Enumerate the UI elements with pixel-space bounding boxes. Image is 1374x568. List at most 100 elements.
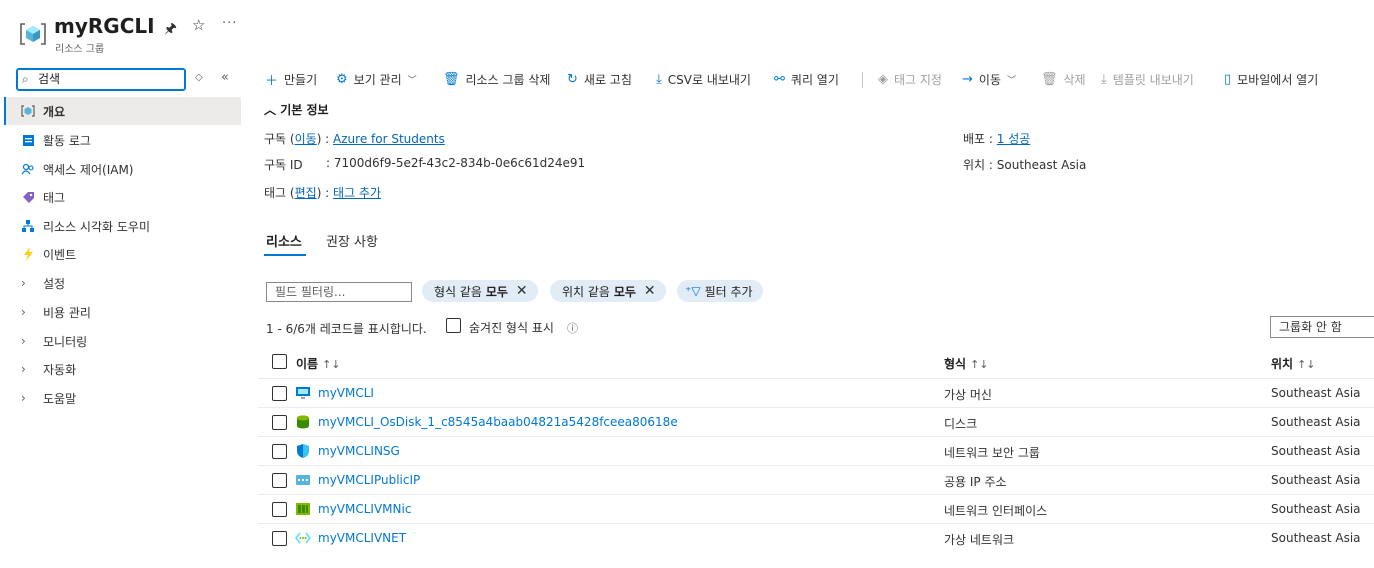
nav-search-input[interactable]: 검색: [16, 68, 186, 91]
add-tags-link[interactable]: 태그 추가: [333, 186, 381, 200]
sidebar-item-resource-visualizer[interactable]: 리소스 시각화 도우미: [4, 212, 241, 240]
show-hidden-checkbox[interactable]: [446, 318, 461, 333]
export-csv-button[interactable]: ⤓ CSV로 내보내기: [656, 70, 751, 88]
subscription-move-link[interactable]: 이동: [295, 132, 317, 146]
refresh-icon: ↻: [567, 71, 578, 87]
sidebar-item-help[interactable]: › 도움말: [4, 384, 241, 412]
create-button[interactable]: ＋ 만들기: [265, 70, 317, 89]
resource-name-link[interactable]: myVMCLIPublicIP: [318, 473, 420, 487]
sidebar-item-overview[interactable]: 개요: [4, 97, 241, 125]
chevron-right-icon: ›: [21, 362, 26, 376]
resource-name-link[interactable]: myVMCLIVMNic: [318, 502, 411, 516]
chevron-right-icon: ›: [21, 305, 26, 319]
close-icon[interactable]: ✕: [644, 283, 656, 299]
select-all-checkbox[interactable]: [272, 354, 287, 369]
close-icon[interactable]: ✕: [516, 283, 528, 299]
plus-icon: ＋: [265, 73, 279, 89]
row-checkbox[interactable]: [272, 502, 287, 517]
column-header-type[interactable]: 형식 ↑↓: [944, 355, 989, 372]
tab-recommendations[interactable]: 권장 사항: [326, 231, 378, 250]
delete-button[interactable]: 🗑 삭제: [1041, 70, 1086, 88]
table-row[interactable]: myVMCLINSG 네트워크 보안 그룹 Southeast Asia: [258, 436, 1374, 465]
resource-name-link[interactable]: myVMCLI_OsDisk_1_c8545a4baab04821a5428fc…: [318, 415, 678, 429]
resource-name-link[interactable]: myVMCLINSG: [318, 444, 400, 458]
sidebar-item-automation[interactable]: › 자동화: [4, 355, 241, 383]
sidebar-item-settings[interactable]: › 설정: [4, 269, 241, 297]
active-tab-indicator: [264, 254, 306, 256]
sidebar-item-label: 이벤트: [43, 247, 77, 262]
column-header-name[interactable]: 이름 ↑↓: [296, 355, 341, 372]
table-row[interactable]: myVMCLIVMNic 네트워크 인터페이스 Southeast Asia: [258, 494, 1374, 523]
view-manage-button[interactable]: ⚙ 보기 관리 ﹀: [336, 70, 417, 88]
assign-tags-button[interactable]: ◈ 태그 지정: [878, 70, 942, 88]
sidebar-item-label: 모니터링: [43, 334, 88, 349]
chevron-down-icon: ﹀: [1007, 75, 1017, 86]
essentials-toggle[interactable]: ︿ 기본 정보: [264, 101, 329, 118]
add-filter-icon: ⁺▽: [685, 284, 701, 298]
sidebar-item-cost-management[interactable]: › 비용 관리: [4, 298, 241, 326]
virtual-machine-icon: [296, 387, 310, 399]
location-filter-pill[interactable]: 위치 같음 모두 ✕: [550, 280, 666, 302]
column-header-location[interactable]: 위치 ↑↓: [1271, 355, 1316, 372]
sidebar-item-label: 개요: [43, 104, 66, 119]
resource-location: Southeast Asia: [1271, 386, 1361, 400]
resource-location: Southeast Asia: [1271, 502, 1361, 516]
table-row[interactable]: myVMCLIVNET 가상 네트워크 Southeast Asia: [258, 523, 1374, 552]
delete-resource-group-button[interactable]: 🗑 리소스 그룹 삭제: [443, 70, 550, 88]
open-query-button[interactable]: ⚯ 쿼리 열기: [774, 70, 839, 88]
export-template-button[interactable]: ⤓ 템플릿 내보내기: [1101, 70, 1194, 88]
sidebar-item-activity-log[interactable]: 활동 로그: [4, 126, 241, 154]
chevron-down-icon: ﹀: [407, 75, 417, 86]
grouping-select[interactable]: 그룹화 안 함: [1270, 316, 1374, 338]
subscription-id-row: 구독 ID: [264, 158, 303, 172]
chevron-up-icon: ︿: [264, 103, 281, 117]
subscription-id-value: : 7100d6f9-5e2f-43c2-834b-0e6c61d24e91: [326, 156, 586, 170]
resource-type: 네트워크 인터페이스: [944, 504, 1048, 518]
nsg-icon: [297, 444, 309, 458]
pin-icon[interactable]: 🖈: [164, 18, 177, 42]
resource-name-link[interactable]: myVMCLI: [318, 386, 374, 400]
trash-icon: 🗑: [443, 71, 460, 87]
type-filter-pill[interactable]: 형식 같음 모두 ✕: [422, 280, 538, 302]
collapse-sidebar-icon[interactable]: «: [221, 70, 229, 85]
query-icon: ⚯: [774, 71, 785, 87]
tag-outline-icon: ◈: [878, 71, 888, 87]
add-filter-button[interactable]: ⁺▽ 필터 추가: [677, 280, 763, 302]
deployments-row: 배포 : 1 성공: [963, 132, 1031, 146]
move-button[interactable]: → 이동 ﹀: [962, 70, 1016, 88]
refresh-button[interactable]: ↻ 새로 고침: [567, 70, 632, 88]
open-mobile-button[interactable]: ▯ 모바일에서 열기: [1224, 70, 1318, 88]
tab-resources[interactable]: 리소스: [266, 231, 302, 250]
sidebar-item-monitoring[interactable]: › 모니터링: [4, 327, 241, 355]
resource-name-link[interactable]: myVMCLIVNET: [318, 531, 406, 545]
sidebar-item-tags[interactable]: 태그: [4, 183, 241, 211]
tags-edit-link[interactable]: 편집: [295, 186, 317, 200]
download-icon: ⤓: [1101, 71, 1107, 87]
expand-collapse-icon[interactable]: ◇: [195, 72, 203, 83]
sidebar-item-label: 활동 로그: [43, 133, 91, 148]
tag-icon: [21, 190, 35, 204]
deployments-link[interactable]: 1 성공: [997, 132, 1031, 146]
download-icon: ⤓: [656, 71, 662, 87]
row-checkbox[interactable]: [272, 473, 287, 488]
trash-icon: 🗑: [1041, 71, 1058, 87]
table-row[interactable]: myVMCLI_OsDisk_1_c8545a4baab04821a5428fc…: [258, 407, 1374, 436]
row-checkbox[interactable]: [272, 386, 287, 401]
subscription-link[interactable]: Azure for Students: [333, 132, 445, 146]
table-row[interactable]: myVMCLIPublicIP 공용 IP 주소 Southeast Asia: [258, 465, 1374, 494]
resource-group-icon: [20, 23, 46, 45]
gear-icon: ⚙: [336, 71, 348, 87]
events-icon: [21, 247, 35, 261]
resource-location: Southeast Asia: [1271, 415, 1361, 429]
favorite-star-icon[interactable]: ☆: [192, 16, 205, 34]
iam-icon: [21, 162, 35, 176]
row-checkbox[interactable]: [272, 444, 287, 459]
sidebar-item-iam[interactable]: 액세스 제어(IAM): [4, 155, 241, 183]
row-checkbox[interactable]: [272, 415, 287, 430]
table-row[interactable]: myVMCLI 가상 머신 Southeast Asia: [258, 378, 1374, 407]
filter-input[interactable]: 필드 필터링...: [266, 282, 412, 302]
more-options-button[interactable]: ···: [222, 16, 237, 31]
row-checkbox[interactable]: [272, 531, 287, 546]
sidebar-item-events[interactable]: 이벤트: [4, 240, 241, 268]
sort-icon: ↑↓: [322, 358, 341, 371]
